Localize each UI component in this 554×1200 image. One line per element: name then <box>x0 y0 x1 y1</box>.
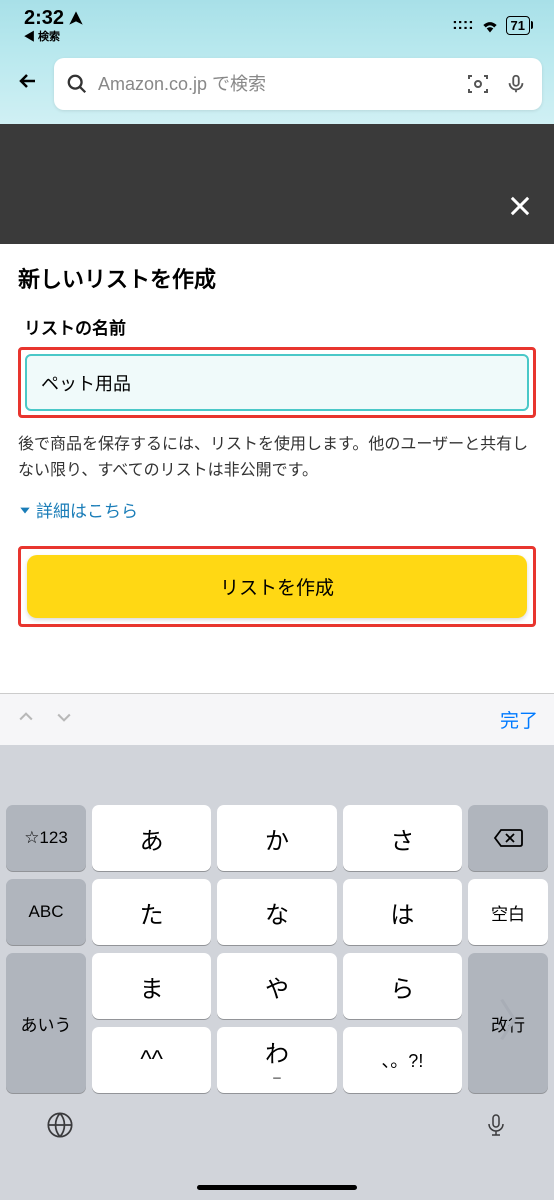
key-a[interactable]: あ <box>92 805 211 871</box>
key-ta[interactable]: た <box>92 879 211 945</box>
key-ha[interactable]: は <box>343 879 462 945</box>
voice-search-button[interactable] <box>502 70 530 98</box>
keyboard-accessory: 完了 <box>0 693 554 745</box>
key-numeric-mode[interactable]: ☆123 <box>6 805 86 871</box>
help-text: 後で商品を保存するには、リストを使用します。他のユーザーと共有しない限り、すべて… <box>18 432 536 483</box>
input-highlight-box <box>18 347 536 418</box>
details-link-text: 詳細はこちら <box>36 497 138 522</box>
search-header <box>0 50 554 124</box>
status-right: :::: 71 <box>452 16 530 35</box>
status-time: 2:32 <box>24 7 84 30</box>
key-backspace[interactable] <box>468 805 548 871</box>
search-input[interactable] <box>98 74 454 95</box>
key-wa-sub: _ <box>273 1065 280 1078</box>
keyboard-next-button[interactable] <box>54 707 74 733</box>
close-button[interactable] <box>506 191 534 228</box>
status-bar: 2:32 ◀ 検索 :::: 71 <box>0 0 554 50</box>
home-indicator[interactable] <box>197 1185 357 1190</box>
keyboard-done-button[interactable]: 完了 <box>500 706 538 733</box>
wifi-icon <box>480 17 500 33</box>
chevron-down-icon <box>54 707 74 727</box>
arrow-left-icon <box>16 69 40 93</box>
page-title: 新しいリストを作成 <box>18 262 536 294</box>
status-left: 2:32 ◀ 検索 <box>24 7 84 44</box>
microphone-icon <box>484 1111 508 1139</box>
globe-icon <box>46 1111 74 1139</box>
key-ya[interactable]: や <box>217 953 336 1019</box>
search-icon <box>66 73 88 95</box>
modal-content: 新しいリストを作成 リストの名前 後で商品を保存するには、リストを使用します。他… <box>0 244 554 645</box>
back-button[interactable] <box>12 69 44 100</box>
location-icon <box>68 10 84 26</box>
button-highlight-box: リストを作成 <box>18 546 536 627</box>
keyboard: ☆123 ABC あいう あ か さ た な は ま や ら ^^ <box>0 745 554 1200</box>
back-to-app[interactable]: ◀ 検索 <box>24 28 60 44</box>
key-space[interactable]: 空白 <box>468 879 548 945</box>
close-icon <box>506 192 534 220</box>
key-wa-main: わ <box>265 1043 289 1067</box>
backspace-icon <box>493 827 523 849</box>
key-punct[interactable]: 、。?! <box>343 1027 462 1093</box>
keyboard-nav <box>16 707 74 733</box>
microphone-icon <box>505 73 527 95</box>
chevron-down-icon <box>18 503 32 517</box>
key-abc-mode[interactable]: ABC <box>6 879 86 945</box>
field-label: リストの名前 <box>18 314 536 339</box>
key-na[interactable]: な <box>217 879 336 945</box>
camera-icon <box>466 72 490 96</box>
keyboard-globe-button[interactable] <box>46 1111 74 1146</box>
cellular-icon: :::: <box>452 16 473 34</box>
key-ra[interactable]: ら <box>343 953 462 1019</box>
key-sa[interactable]: さ <box>343 805 462 871</box>
key-ka[interactable]: か <box>217 805 336 871</box>
keyboard-next-candidate[interactable]: 〉 <box>498 985 542 1049</box>
keyboard-mic-button[interactable] <box>484 1111 508 1146</box>
key-ma[interactable]: ま <box>92 953 211 1019</box>
time-value: 2:32 <box>24 7 64 30</box>
list-name-input[interactable] <box>25 354 529 411</box>
key-wa[interactable]: わ _ <box>217 1027 336 1093</box>
chevron-up-icon <box>16 707 36 727</box>
modal-overlay <box>0 124 554 244</box>
details-link[interactable]: 詳細はこちら <box>18 497 536 522</box>
key-emoji[interactable]: ^^ <box>92 1027 211 1093</box>
key-kana-mode[interactable]: あいう <box>6 953 86 1093</box>
create-list-button[interactable]: リストを作成 <box>27 555 527 618</box>
camera-search-button[interactable] <box>464 70 492 98</box>
search-bar[interactable] <box>54 58 542 110</box>
battery-indicator: 71 <box>506 16 530 35</box>
keyboard-prev-button[interactable] <box>16 707 36 733</box>
